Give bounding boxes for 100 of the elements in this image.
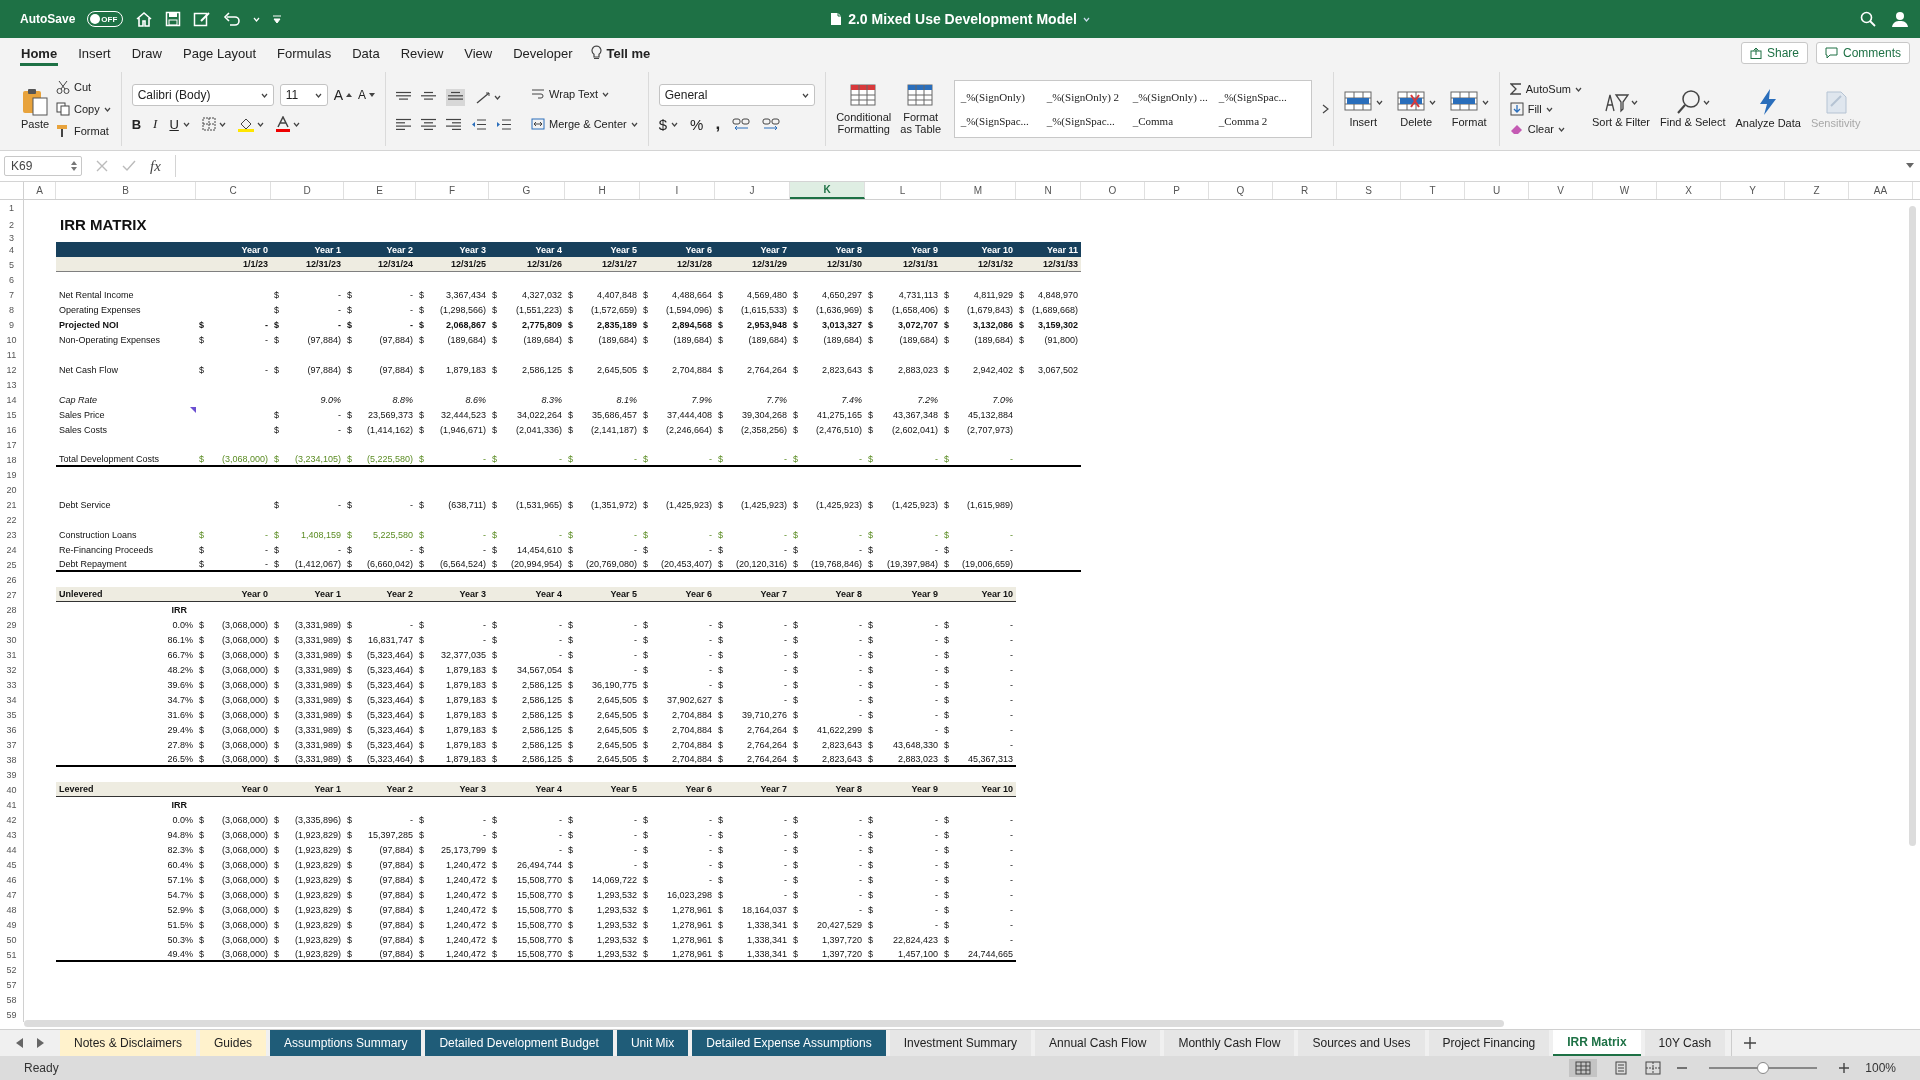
sheet-tab[interactable]: 10Y Cash [1644,1030,1726,1056]
column-header[interactable]: A [24,182,56,199]
cell-style[interactable]: _Comma [1132,115,1219,127]
column-header[interactable]: Z [1785,182,1849,199]
column-header[interactable]: L [865,182,941,199]
column-header[interactable]: I [640,182,715,199]
menu-tab[interactable]: Draw [122,38,171,68]
column-header[interactable]: X [1657,182,1721,199]
sheet-tab[interactable]: Detailed Development Budget [425,1030,613,1056]
column-header[interactable]: N [1016,182,1081,199]
column-header[interactable]: G [489,182,565,199]
cell-style[interactable]: _Comma 2 [1218,115,1305,127]
borders-button[interactable] [201,114,226,134]
bold-button[interactable]: B [131,114,142,134]
sheet-tab[interactable]: Project Financing [1428,1030,1550,1056]
find-select-button[interactable]: Find & Select [1660,89,1726,129]
cell-style[interactable]: _%(SignSpac... [960,115,1047,127]
slider-thumb[interactable] [1757,1062,1770,1074]
currency-symbol: $ [944,844,949,855]
column-header[interactable]: T [1401,182,1465,199]
vertical-scrollbar[interactable] [1909,206,1916,846]
number-format-dropdown[interactable]: General [658,84,815,106]
font-color-button[interactable] [275,114,300,134]
format-painter-button[interactable]: Format [56,122,111,140]
sheet-tab[interactable]: Detailed Expense Assumptions [692,1030,886,1056]
merge-center-button[interactable]: Merge & Center [531,115,638,133]
sheet-tab[interactable]: IRR Matrix [1553,1030,1641,1056]
sheet-tab[interactable]: Notes & Disclaimers [60,1030,197,1056]
insert-button[interactable]: Insert [1343,89,1383,129]
menu-tab[interactable]: Home [12,38,67,68]
fill-button[interactable]: Fill [1509,100,1582,118]
tell-me-button[interactable]: Tell me [590,45,651,61]
column-header[interactable]: B [56,182,196,199]
comments-button[interactable]: Comments [1816,42,1910,64]
menu-tab[interactable]: Insert [69,38,120,68]
share-button[interactable]: Share [1740,42,1808,64]
menu-tab[interactable]: Formulas [268,38,341,68]
sheet-tab[interactable]: Annual Cash Flow [1035,1030,1161,1056]
row-label: Re-Financing Proceeds [59,544,154,555]
column-header[interactable]: C [196,182,271,199]
analyze-data-button[interactable]: Analyze Data [1735,88,1801,130]
clear-button[interactable]: Clear [1509,120,1582,138]
sheet-tab[interactable]: Investment Summary [889,1030,1032,1056]
column-header[interactable]: H [565,182,640,199]
column-header[interactable]: Q [1209,182,1273,199]
sheet-tab[interactable]: Assumptions Summary [270,1030,422,1056]
column-header[interactable]: S [1337,182,1401,199]
menu-tab[interactable]: Data [343,38,389,68]
column-header[interactable]: O [1081,182,1145,199]
cell-styles-gallery[interactable]: _%(SignOnly) _%(SignOnly) 2 _%(SignOnly) ... _%(SignSpac... _%(SignSpac... _%(SignSpac... _Comma _Comma 2 [953,80,1312,138]
cell-style[interactable]: _%(SignOnly) 2 [1046,91,1133,103]
italic-button[interactable]: I [153,114,158,134]
underline-button[interactable]: U [169,114,190,134]
menu-tab[interactable]: Page Layout [174,38,265,68]
cell-style[interactable]: _%(SignOnly) [960,91,1047,103]
menu-tab[interactable]: View [455,38,502,68]
column-header[interactable]: W [1593,182,1657,199]
menu-tab[interactable]: Review [391,38,453,68]
decrease-font-size-button[interactable]: A [358,85,376,105]
column-header[interactable]: V [1529,182,1593,199]
format-as-table-button[interactable]: Format as Table [897,82,944,136]
name-box[interactable]: K69 [4,156,82,176]
column-header[interactable]: D [271,182,344,199]
currency-symbol: $ [199,334,204,345]
sheet-tab[interactable]: Guides [200,1030,267,1056]
column-header[interactable]: U [1465,182,1529,199]
menu-tab[interactable]: Developer [504,38,582,68]
column-header[interactable]: F [416,182,489,199]
conditional-formatting-button[interactable]: Conditional Formatting [835,82,892,136]
sort-filter-button[interactable]: Sort & Filter [1591,89,1651,129]
comma-style-button[interactable]: , [715,114,721,134]
table-cell: (189,684) [974,334,1013,345]
currency-button[interactable]: $ [658,114,679,134]
format-cells-button[interactable]: Format [1449,89,1489,129]
font-name-dropdown[interactable]: Calibri (Body) [131,84,274,106]
cell-style[interactable]: _%(SignSpac... [1218,91,1305,103]
sheet-tab[interactable]: Unit Mix [616,1030,689,1056]
column-header[interactable]: P [1145,182,1209,199]
column-header[interactable]: AA [1849,182,1913,199]
column-header[interactable]: R [1273,182,1337,199]
cell-style[interactable]: _%(SignOnly) ... [1132,91,1219,103]
paste-button[interactable]: Paste [20,87,50,131]
currency-symbol: $ [274,874,279,885]
font-size-dropdown[interactable]: 11 [279,84,328,106]
sheet-tab[interactable]: Monthly Cash Flow [1164,1030,1295,1056]
wrap-text-button[interactable]: Wrap Text [531,85,638,103]
insert-function-button[interactable]: fx [150,157,161,175]
sheet-tab[interactable]: Sources and Uses [1298,1030,1425,1056]
cut-button[interactable]: Cut [56,78,111,96]
column-header[interactable]: M [941,182,1016,199]
horizontal-scrollbar[interactable] [24,1020,1504,1027]
delete-button[interactable]: Delete [1396,89,1436,129]
column-header[interactable]: K [790,182,865,199]
column-header[interactable]: Y [1721,182,1785,199]
autosum-button[interactable]: AutoSum [1509,80,1582,98]
copy-button[interactable]: Copy [56,100,111,118]
increase-font-size-button[interactable]: A [333,85,353,105]
column-header[interactable]: E [344,182,416,199]
cell-style[interactable]: _%(SignSpac... [1046,115,1133,127]
percent-button[interactable]: % [690,114,704,134]
